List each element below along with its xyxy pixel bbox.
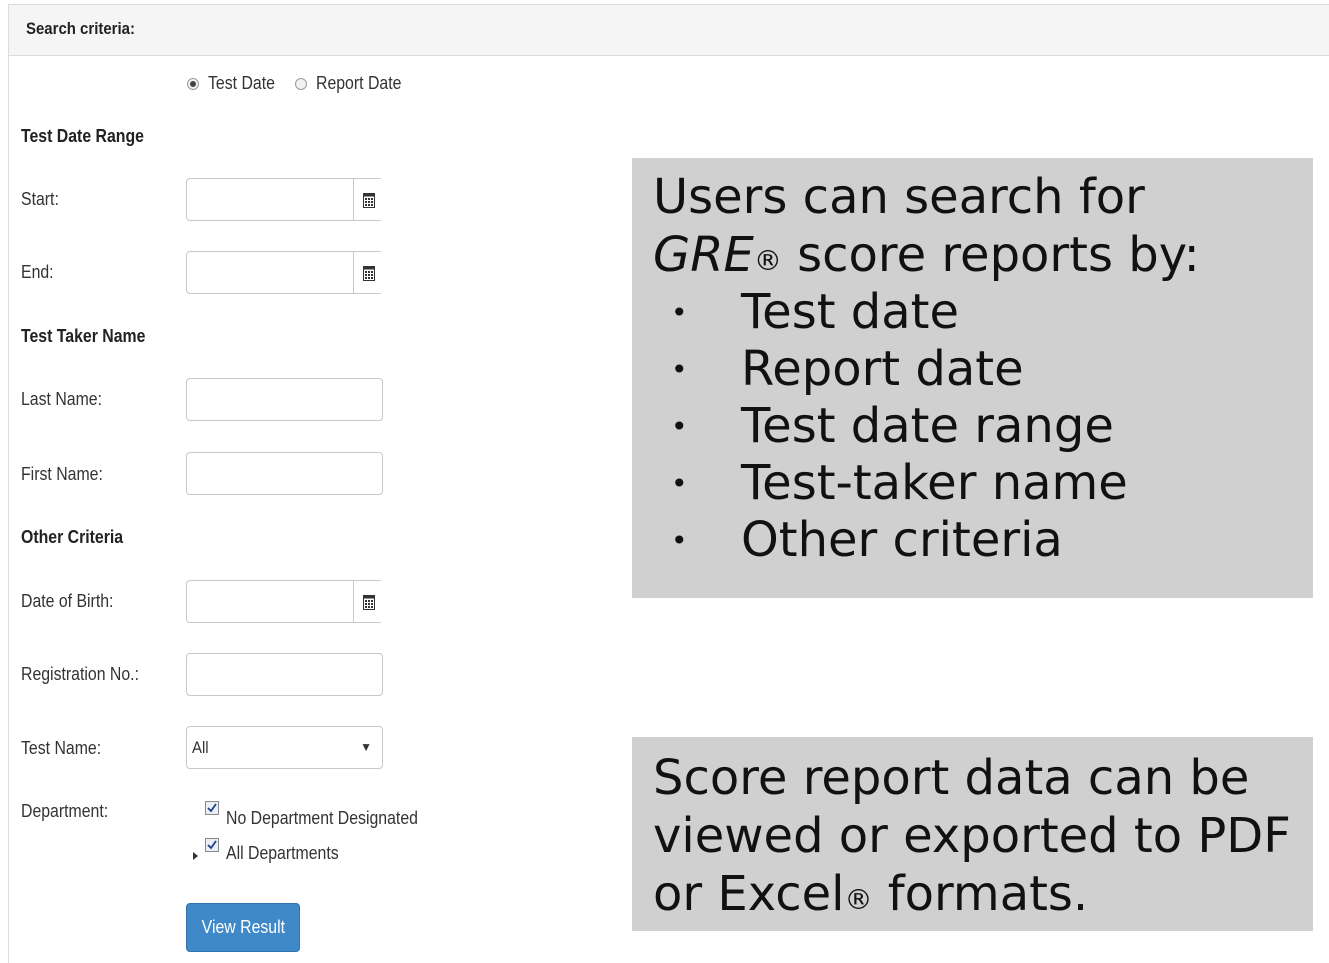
- test-name-label: Test Name:: [21, 738, 102, 758]
- test-date-radio-label[interactable]: Test Date: [208, 73, 275, 94]
- test-taker-heading: Test Taker Name: [21, 326, 146, 346]
- registration-label: Registration No.:: [21, 664, 139, 684]
- callout-search-line2: GRE® score reports by:: [653, 227, 1200, 283]
- list-item: Test date: [653, 284, 1313, 341]
- panel-header: Search criteria:: [9, 5, 1329, 56]
- first-name-input[interactable]: [186, 452, 383, 495]
- end-label: End:: [21, 262, 54, 282]
- first-name-label: First Name:: [21, 464, 103, 484]
- other-criteria-heading: Other Criteria: [21, 527, 124, 547]
- dob-calendar-button[interactable]: [353, 581, 384, 622]
- expand-arrow-icon[interactable]: [193, 852, 198, 860]
- callout-export-line2: viewed or exported to PDF: [653, 808, 1291, 864]
- checkmark-icon: [207, 840, 217, 850]
- list-item: Test-taker name: [653, 455, 1313, 512]
- report-date-radio-label[interactable]: Report Date: [316, 73, 401, 94]
- test-date-range-heading: Test Date Range: [21, 126, 144, 146]
- report-date-radio[interactable]: [295, 78, 307, 90]
- view-result-button[interactable]: View Result: [186, 903, 300, 952]
- panel-title: Search criteria:: [26, 19, 135, 38]
- last-name-input[interactable]: [186, 378, 383, 421]
- caret-down-icon: ▼: [360, 740, 372, 754]
- calendar-icon: [363, 192, 375, 208]
- search-options-list: Test date Report date Test date range Te…: [653, 284, 1313, 569]
- all-departments-checkbox[interactable]: [205, 838, 219, 852]
- start-date-calendar-button[interactable]: [353, 179, 384, 220]
- test-date-radio[interactable]: [187, 78, 199, 90]
- department-label: Department:: [21, 801, 109, 821]
- end-date-calendar-button[interactable]: [353, 252, 384, 293]
- search-features-callout: Users can search for GRE® score reports …: [632, 158, 1313, 598]
- list-item: Test date range: [653, 398, 1313, 455]
- calendar-icon: [363, 265, 375, 281]
- checkmark-icon: [207, 803, 217, 813]
- test-name-select[interactable]: All ▼: [186, 726, 383, 769]
- start-label: Start:: [21, 189, 59, 209]
- list-item: Report date: [653, 341, 1313, 398]
- registration-input[interactable]: [186, 653, 383, 696]
- last-name-label: Last Name:: [21, 389, 103, 409]
- callout-search-line1: Users can search for: [653, 169, 1145, 225]
- callout-export-line1: Score report data can be: [653, 750, 1250, 806]
- no-department-label[interactable]: No Department Designated: [226, 808, 418, 829]
- callout-export-line3: or Excel® formats.: [653, 866, 1089, 922]
- dob-label: Date of Birth:: [21, 591, 114, 611]
- calendar-icon: [363, 594, 375, 610]
- test-name-select-value: All: [192, 738, 209, 757]
- list-item: Other criteria: [653, 512, 1313, 569]
- all-departments-label[interactable]: All Departments: [226, 843, 339, 864]
- no-department-checkbox[interactable]: [205, 801, 219, 815]
- export-callout: Score report data can be viewed or expor…: [632, 737, 1313, 931]
